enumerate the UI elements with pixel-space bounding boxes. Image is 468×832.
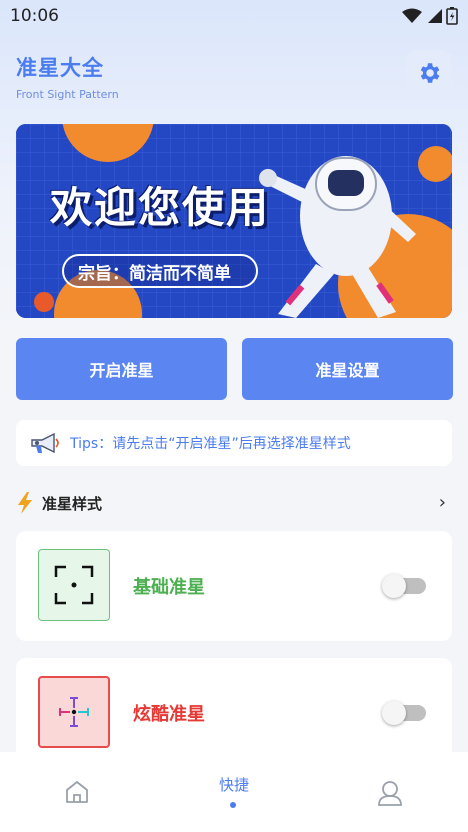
lightning-icon (18, 492, 32, 514)
crosshair-settings-button[interactable]: 准星设置 (242, 338, 453, 400)
signal-icon (428, 9, 442, 23)
crosshair-label-basic: 基础准星 (133, 577, 205, 598)
profile-icon[interactable] (376, 780, 404, 806)
app-subtitle: Front Sight Pattern (16, 88, 119, 101)
open-crosshair-button[interactable]: 开启准星 (16, 338, 227, 400)
bottom-nav: 快捷 (0, 752, 468, 832)
toggle-basic[interactable] (382, 574, 426, 598)
toggle-thumb (382, 701, 406, 725)
section-title: 准星样式 (42, 494, 103, 513)
status-time: 10:06 (10, 6, 59, 26)
tips-bar: Tips：请先点击“开启准星”后再选择准星样式 (16, 420, 452, 466)
nav-quick[interactable]: 快捷 (213, 774, 255, 795)
nav-active-indicator (230, 802, 236, 808)
basic-crosshair-preview (38, 549, 110, 621)
banner-title: 欢迎您使用 (50, 183, 271, 232)
tips-text: Tips：请先点击“开启准星”后再选择准星样式 (70, 436, 351, 452)
app-header: 准星大全 Front Sight Pattern (16, 52, 119, 101)
cool-crosshair-preview (38, 676, 110, 748)
section-header[interactable]: 准星样式 › (16, 488, 452, 518)
toggle-cool[interactable] (382, 701, 426, 725)
cool-crosshair-icon (59, 697, 89, 727)
status-icons (402, 7, 458, 25)
basic-crosshair-icon (54, 565, 94, 605)
crosshair-card-basic[interactable]: 基础准星 (16, 531, 452, 641)
app-title: 准星大全 (16, 56, 104, 80)
banner-slogan: 宗旨：简洁而不简单 (62, 254, 258, 288)
home-icon[interactable] (64, 780, 90, 804)
settings-button[interactable] (406, 50, 452, 96)
crosshair-label-cool: 炫酷准星 (133, 704, 205, 725)
toggle-thumb (382, 574, 406, 598)
wifi-icon (402, 8, 422, 23)
megaphone-icon (31, 432, 59, 454)
chevron-right-icon[interactable]: › (439, 492, 446, 513)
gear-icon (420, 63, 440, 83)
welcome-banner[interactable]: 欢迎您使用 宗旨：简洁而不简单 (16, 124, 452, 318)
battery-icon (446, 7, 458, 25)
status-bar: 10:06 (0, 0, 468, 32)
